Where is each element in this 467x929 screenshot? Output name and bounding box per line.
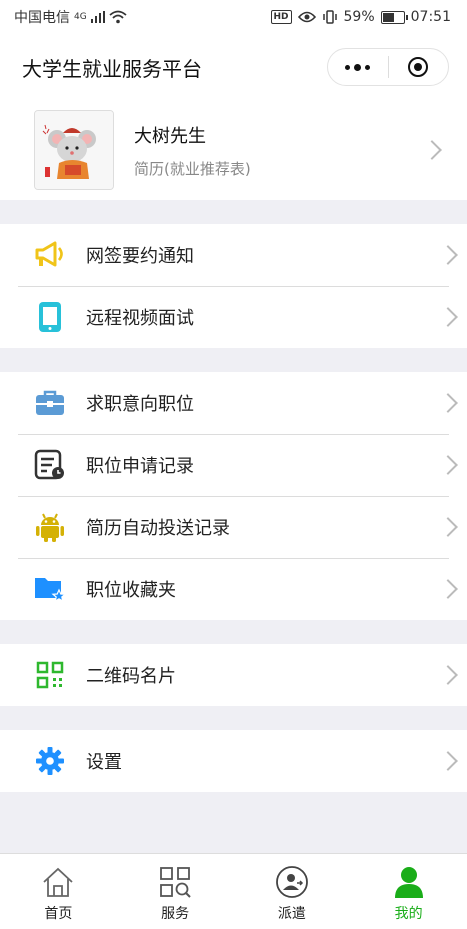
home-icon: [40, 864, 76, 900]
mini-program-capsule: [327, 48, 449, 86]
dispatch-icon: [274, 864, 310, 900]
chevron-right-icon: [438, 517, 458, 537]
android-icon: [33, 510, 67, 544]
star-folder-icon: [33, 572, 67, 606]
close-miniprogram-button[interactable]: [389, 49, 449, 85]
menu-group-notifications: 网签要约通知 远程视频面试: [0, 224, 467, 348]
tab-label: 服务: [161, 906, 190, 922]
chevron-right-icon: [438, 307, 458, 327]
network-type: 4G: [74, 12, 87, 22]
tab-label: 首页: [44, 906, 73, 922]
menu-item-auto-delivery[interactable]: 简历自动投送记录: [0, 496, 467, 558]
tab-services[interactable]: 服务: [117, 854, 234, 929]
menu-item-qrcode-card[interactable]: 二维码名片: [0, 644, 467, 706]
menu-item-label: 简历自动投送记录: [86, 518, 230, 539]
megaphone-icon: [33, 238, 67, 272]
menu-item-favorites[interactable]: 职位收藏夹: [0, 558, 467, 620]
menu-group-qrcode: 二维码名片: [0, 644, 467, 706]
chevron-right-icon: [438, 393, 458, 413]
chevron-right-icon: [438, 751, 458, 771]
eye-icon: [297, 11, 316, 23]
chevron-right-icon: [438, 455, 458, 475]
record-clock-icon: [33, 448, 67, 482]
menu-item-label: 求职意向职位: [86, 394, 194, 415]
profile-name: 大树先生: [134, 125, 206, 147]
menu-item-application-record[interactable]: 职位申请记录: [0, 434, 467, 496]
menu-item-label: 网签要约通知: [86, 246, 194, 267]
tab-bar: 首页 服务 派遣 我的: [0, 853, 467, 929]
menu-item-offer-notice[interactable]: 网签要约通知: [0, 224, 467, 286]
menu-item-video-interview[interactable]: 远程视频面试: [0, 286, 467, 348]
battery-percent: 59%: [343, 9, 375, 25]
tab-mine[interactable]: 我的: [350, 854, 467, 929]
page-title: 大学生就业服务平台: [22, 56, 202, 81]
battery-icon: [380, 10, 408, 24]
clock: 07:51: [410, 9, 451, 25]
nav-bar: 大学生就业服务平台: [0, 34, 467, 100]
grid-search-icon: [157, 864, 193, 900]
tab-home[interactable]: 首页: [0, 854, 117, 929]
wifi-icon: [109, 10, 127, 24]
hd-badge: HD: [270, 10, 292, 24]
menu-item-job-intention[interactable]: 求职意向职位: [0, 372, 467, 434]
tab-label: 我的: [394, 906, 423, 922]
tab-label: 派遣: [277, 906, 306, 922]
profile-subtitle: 简历(就业推荐表): [134, 159, 251, 178]
tablet-icon: [33, 300, 67, 334]
menu-group-jobs: 求职意向职位 职位申请记录 简历自动投送记录 职位收藏夹: [0, 372, 467, 620]
more-button[interactable]: [328, 49, 388, 85]
vibrate-icon: [322, 10, 337, 24]
menu-item-label: 职位申请记录: [86, 456, 194, 477]
chevron-right-icon: [422, 140, 442, 160]
chevron-right-icon: [438, 245, 458, 265]
status-bar: 中国电信 4G HD 59% 07:51: [0, 0, 467, 34]
user-icon: [391, 864, 427, 900]
chevron-right-icon: [438, 579, 458, 599]
target-icon: [408, 57, 429, 77]
menu-item-label: 远程视频面试: [86, 308, 194, 329]
tab-dispatch[interactable]: 派遣: [234, 854, 351, 929]
more-dots-icon: [345, 63, 371, 71]
carrier-label: 中国电信: [14, 10, 70, 26]
avatar: [34, 110, 114, 190]
signal-icon: [90, 11, 105, 23]
profile-card[interactable]: 大树先生 简历(就业推荐表): [0, 100, 467, 200]
menu-item-label: 二维码名片: [86, 666, 176, 687]
menu-item-label: 设置: [86, 752, 122, 773]
qrcode-icon: [33, 658, 67, 692]
gear-icon: [33, 744, 67, 778]
chevron-right-icon: [438, 665, 458, 685]
menu-item-label: 职位收藏夹: [86, 580, 176, 601]
briefcase-icon: [33, 386, 67, 420]
menu-item-settings[interactable]: 设置: [0, 730, 467, 792]
menu-group-settings: 设置: [0, 730, 467, 792]
